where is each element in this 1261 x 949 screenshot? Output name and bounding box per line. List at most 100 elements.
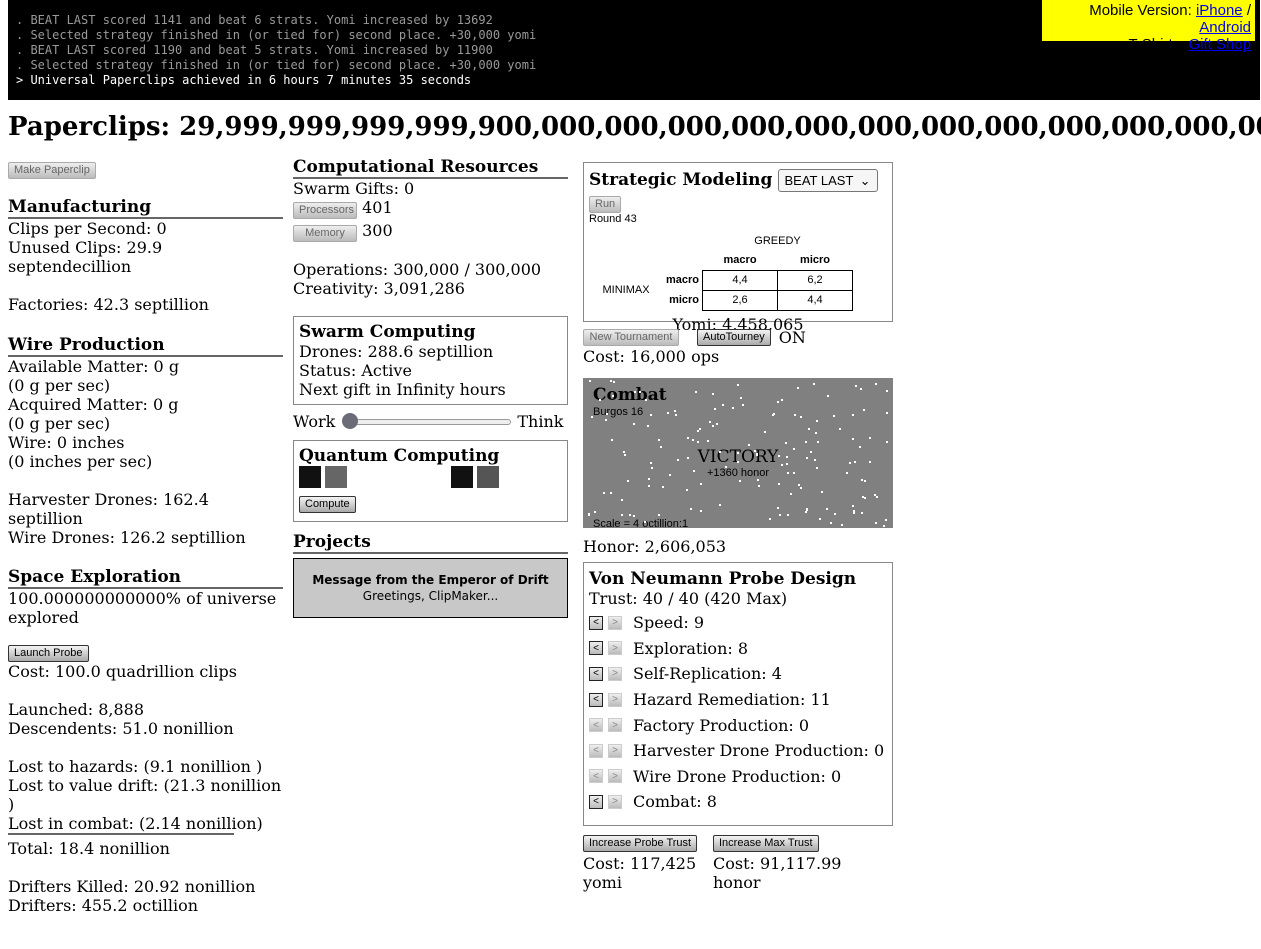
payoff-cell: 6,2 — [777, 270, 854, 291]
ship-dot — [606, 413, 608, 415]
ship-dot — [797, 387, 799, 389]
ship-dot — [613, 381, 615, 383]
probe-stat-row: < > Combat: 8 — [589, 789, 887, 815]
decrease-button[interactable]: < — [589, 794, 603, 809]
ship-dot — [827, 395, 829, 397]
console-line: > Universal Paperclips achieved in 6 hou… — [16, 73, 472, 87]
ship-dot — [800, 416, 802, 418]
ship-dot — [817, 441, 819, 443]
ship-dot — [634, 391, 636, 393]
tournament-cost: Cost: 16,000 ops — [583, 347, 720, 366]
increase-button[interactable]: > — [608, 615, 622, 630]
ship-dot — [830, 522, 832, 524]
strategic-modeling-heading: Strategic Modeling — [589, 170, 773, 190]
ship-dot — [778, 483, 780, 485]
probe-stat-label: Self-Replication: 4 — [633, 664, 782, 684]
ship-dot — [786, 463, 788, 465]
ship-dot — [633, 423, 635, 425]
clips-per-second: Clips per Second: 0 — [8, 219, 167, 238]
ship-dot — [611, 439, 613, 441]
manufacturing-heading: Manufacturing — [8, 197, 283, 219]
run-button[interactable]: Run — [589, 196, 622, 213]
ship-dot — [658, 514, 660, 516]
probe-trust-cost: Cost: 117,425 yomi — [583, 854, 697, 892]
gift-shop-link[interactable]: Gift Shop — [1188, 36, 1251, 53]
project-card[interactable]: Message from the Emperor of Drift Greeti… — [293, 558, 568, 618]
ship-dot — [686, 489, 688, 491]
space-exploration-heading: Space Exploration — [8, 567, 283, 589]
swarm-gifts: Swarm Gifts: 0 — [293, 179, 415, 198]
new-tournament-button[interactable]: New Tournament — [583, 328, 679, 346]
increase-button[interactable]: > — [608, 641, 622, 656]
decrease-button[interactable]: < — [589, 692, 603, 707]
launch-probe-button[interactable]: Launch Probe — [8, 645, 89, 662]
increase-max-trust-button[interactable]: Increase Max Trust — [713, 835, 819, 852]
ship-dot — [709, 421, 711, 423]
work-label: Work — [293, 411, 336, 431]
memory-button[interactable]: Memory — [293, 225, 357, 242]
console-line: . Selected strategy finished in (or tied… — [16, 58, 537, 72]
slider-thumb[interactable] — [342, 413, 359, 429]
increase-button[interactable]: > — [608, 769, 622, 784]
processors-button[interactable]: Processors — [293, 202, 357, 219]
ship-dot — [778, 455, 780, 457]
combat-panel: Combat Burgos 16 VICTORY +1360 honor Sca… — [583, 378, 893, 528]
ship-dot — [826, 508, 828, 510]
ship-dot — [874, 494, 876, 496]
column-player: GREEDY — [754, 235, 801, 247]
increase-probe-trust-button[interactable]: Increase Probe Trust — [583, 835, 698, 852]
ship-dot — [794, 414, 796, 416]
decrease-button[interactable]: < — [589, 743, 603, 758]
ship-dot — [692, 439, 694, 441]
ship-dot — [737, 461, 739, 463]
ship-dot — [785, 442, 787, 444]
increase-button[interactable]: > — [608, 718, 622, 733]
probe-stat-label: Speed: 9 — [633, 613, 705, 633]
increase-button[interactable]: > — [608, 743, 622, 758]
memory-value: 300 — [362, 221, 393, 240]
probe-stat-row: < > Self-Replication: 4 — [589, 661, 887, 687]
probe-stat-row: < > Hazard Remediation: 11 — [589, 687, 887, 713]
ship-dot — [852, 505, 854, 507]
increase-button[interactable]: > — [608, 692, 622, 707]
decrease-button[interactable]: < — [589, 769, 603, 784]
ship-dot — [769, 518, 771, 520]
make-paperclip-button[interactable]: Make Paperclip — [8, 162, 96, 179]
lost-to-hazards: Lost to hazards: (9.1 nonillion ) — [8, 757, 263, 776]
ship-dot — [758, 485, 760, 487]
decrease-button[interactable]: < — [589, 641, 603, 656]
decrease-button[interactable]: < — [589, 666, 603, 681]
ship-dot — [605, 419, 607, 421]
probe-stat-row: < > Wire Drone Production: 0 — [589, 764, 887, 790]
ship-dot — [819, 518, 821, 520]
swarm-computing-heading: Swarm Computing — [299, 322, 476, 342]
ship-dot — [839, 428, 841, 430]
middle-column: Computational Resources Swarm Gifts: 0 P… — [293, 157, 568, 618]
swarm-computing-panel: Swarm Computing Drones: 288.6 septillion… — [293, 316, 568, 405]
probe-stat-label: Factory Production: 0 — [633, 715, 810, 735]
swarm-drones: Drones: 288.6 septillion — [299, 342, 494, 361]
autotourney-state: ON — [778, 327, 806, 347]
ship-dot — [814, 459, 816, 461]
ship-dot — [699, 428, 701, 430]
ship-dot — [757, 479, 759, 481]
increase-button[interactable]: > — [608, 794, 622, 809]
decrease-button[interactable]: < — [589, 718, 603, 733]
ship-dot — [846, 472, 848, 474]
strategy-select[interactable]: BEAT LAST ⌄ — [777, 169, 878, 192]
decrease-button[interactable]: < — [589, 615, 603, 630]
android-link[interactable]: Android — [1199, 19, 1251, 36]
iphone-link[interactable]: iPhone — [1196, 2, 1243, 19]
work-think-slider[interactable] — [341, 413, 512, 429]
ship-dot — [855, 385, 857, 387]
ship-dot — [863, 409, 865, 411]
ship-dot — [650, 462, 652, 464]
swarm-status: Status: Active — [299, 361, 412, 380]
compute-button[interactable]: Compute — [299, 496, 356, 513]
increase-button[interactable]: > — [608, 666, 622, 681]
acquired-matter-rate: (0 g per sec) — [8, 414, 111, 433]
probe-stat-label: Combat: 8 — [633, 792, 717, 812]
ship-dot — [781, 464, 783, 466]
ship-dot — [886, 412, 888, 414]
autotourney-button[interactable]: AutoTourney — [697, 328, 771, 346]
